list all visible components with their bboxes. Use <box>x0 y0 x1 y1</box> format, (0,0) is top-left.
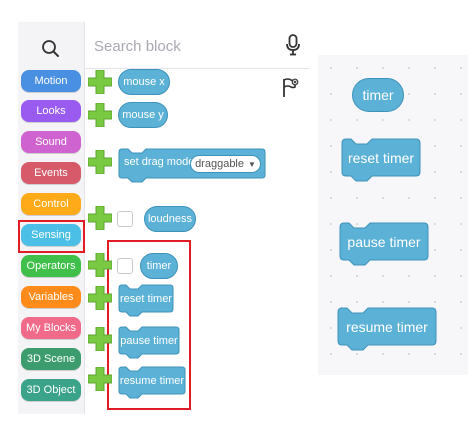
category-operators[interactable]: Operators <box>21 255 81 277</box>
sensing-highlight-box <box>18 220 85 253</box>
block-label: timer <box>146 260 172 272</box>
add-block-plus-icon[interactable] <box>87 326 113 352</box>
search-bar <box>84 22 310 69</box>
chevron-down-icon: ▼ <box>248 159 256 169</box>
reset-timer-block[interactable]: reset timer <box>118 284 174 318</box>
category-label: Variables <box>28 291 74 303</box>
block-label: resume timer <box>346 319 428 335</box>
block-label: loudness <box>147 213 193 225</box>
block-label: pause timer <box>347 234 421 250</box>
add-block-plus-icon[interactable] <box>87 285 113 311</box>
add-block-plus-icon[interactable] <box>87 252 113 278</box>
category-sidebar: Motion Looks Sound Events Control Sensin… <box>18 22 85 414</box>
category-variables[interactable]: Variables <box>21 286 81 308</box>
preview-pause-timer-block[interactable]: pause timer <box>339 222 429 268</box>
drag-mode-dropdown[interactable]: draggable ▼ <box>190 155 261 173</box>
block-label: pause timer <box>120 334 178 347</box>
category-events[interactable]: Events <box>21 162 81 184</box>
add-block-plus-icon[interactable] <box>87 205 113 231</box>
category-label: Motion <box>34 75 68 87</box>
loudness-checkbox[interactable] <box>117 211 133 227</box>
block-label: resume timer <box>119 374 185 387</box>
resume-timer-block[interactable]: resume timer <box>118 366 186 400</box>
set-drag-mode-block[interactable]: set drag mode draggable ▼ <box>118 148 266 184</box>
category-sound[interactable]: Sound <box>21 131 81 153</box>
timer-block[interactable]: timer <box>140 253 178 279</box>
category-motion[interactable]: Motion <box>21 70 81 92</box>
preview-resume-timer-block[interactable]: resume timer <box>337 307 437 353</box>
block-label: timer <box>362 87 394 103</box>
search-icon[interactable] <box>38 36 64 62</box>
block-label: reset timer <box>120 292 172 305</box>
add-block-plus-icon[interactable] <box>87 366 113 392</box>
category-control[interactable]: Control <box>21 193 81 215</box>
dropdown-value: draggable <box>195 158 244 170</box>
timer-checkbox[interactable] <box>117 258 133 274</box>
category-label: My Blocks <box>25 322 77 334</box>
block-label: set drag mode <box>124 156 195 168</box>
block-label: mouse y <box>122 109 164 121</box>
search-input[interactable] <box>92 32 276 60</box>
category-label: 3D Scene <box>26 353 76 365</box>
category-label: Events <box>34 167 68 179</box>
category-label: Looks <box>36 105 66 117</box>
mouse-y-block[interactable]: mouse y <box>118 102 168 128</box>
block-preview-canvas: timer reset timer pause timer resume tim… <box>318 55 468 375</box>
category-label: Control <box>33 198 69 210</box>
preview-reset-timer-block[interactable]: reset timer <box>341 138 421 184</box>
category-label: 3D Object <box>26 384 76 396</box>
category-my-blocks[interactable]: My Blocks <box>21 317 81 339</box>
mouse-x-block[interactable]: mouse x <box>118 69 170 95</box>
loudness-block[interactable]: loudness <box>144 206 196 232</box>
add-block-plus-icon[interactable] <box>87 102 113 128</box>
block-palette: Motion Looks Sound Events Control Sensin… <box>18 22 310 414</box>
block-label: reset timer <box>347 150 415 166</box>
category-looks[interactable]: Looks <box>21 100 81 122</box>
category-3d-object[interactable]: 3D Object <box>21 379 81 401</box>
add-block-plus-icon[interactable] <box>87 149 113 175</box>
block-label: mouse x <box>123 76 165 88</box>
pause-timer-block[interactable]: pause timer <box>118 326 180 360</box>
preview-timer-block[interactable]: timer <box>352 78 404 112</box>
add-block-plus-icon[interactable] <box>87 69 113 95</box>
flag-settings-icon[interactable] <box>280 76 300 100</box>
category-3d-scene[interactable]: 3D Scene <box>21 348 81 370</box>
microphone-icon[interactable] <box>285 33 301 57</box>
category-label: Operators <box>26 260 76 272</box>
category-label: Sound <box>35 136 67 148</box>
